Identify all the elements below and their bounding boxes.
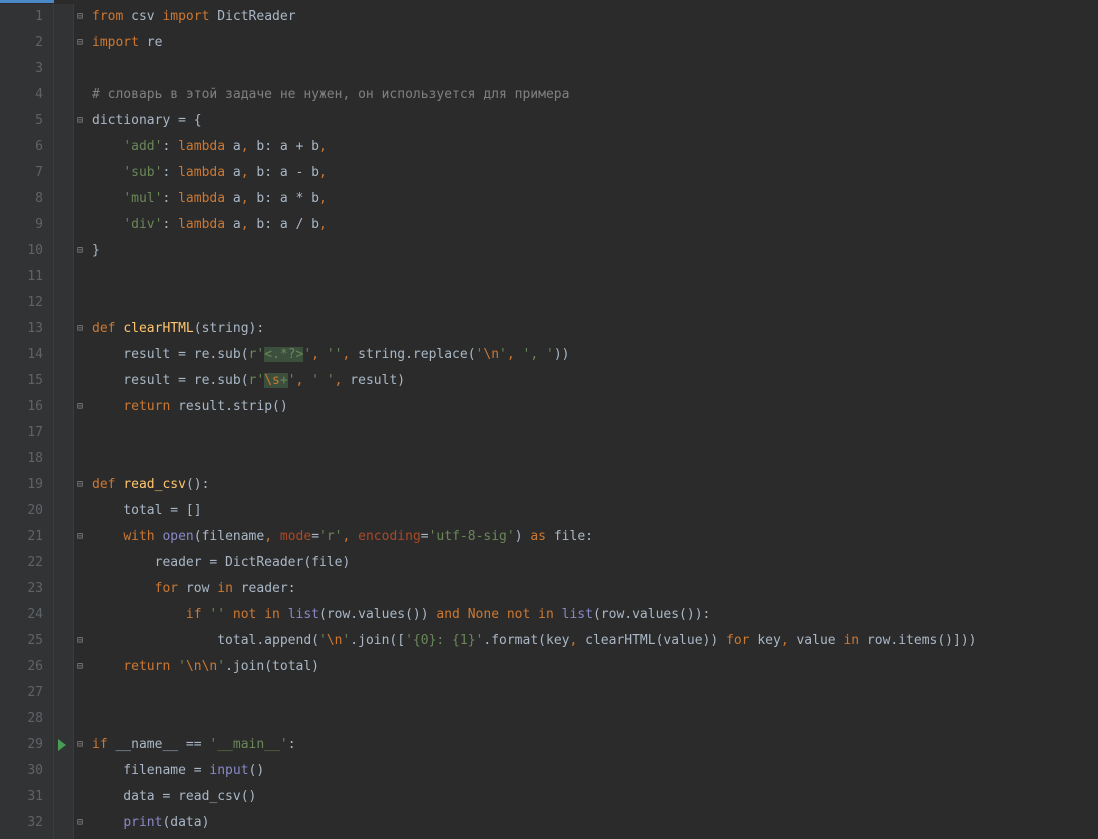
line-number: 7 (0, 160, 43, 186)
code-line[interactable]: with open(filename, mode='r', encoding='… (92, 524, 1098, 550)
code-line[interactable]: 'add': lambda a, b: a + b, (92, 134, 1098, 160)
line-number: 2 (0, 30, 43, 56)
line-number: 20 (0, 498, 43, 524)
line-number: 32 (0, 810, 43, 836)
code-line[interactable] (92, 706, 1098, 732)
code-line[interactable]: import re (92, 30, 1098, 56)
code-line[interactable]: total = [] (92, 498, 1098, 524)
line-number: 9 (0, 212, 43, 238)
line-number: 5 (0, 108, 43, 134)
code-line[interactable]: def read_csv(): (92, 472, 1098, 498)
code-line[interactable]: def clearHTML(string): (92, 316, 1098, 342)
line-number: 21 (0, 524, 43, 550)
line-number: 8 (0, 186, 43, 212)
line-number: 26 (0, 654, 43, 680)
code-line[interactable]: return result.strip() (92, 394, 1098, 420)
code-line[interactable] (92, 420, 1098, 446)
line-number: 3 (0, 56, 43, 82)
code-line[interactable]: data = read_csv() (92, 784, 1098, 810)
code-line[interactable]: filename = input() (92, 758, 1098, 784)
code-line[interactable] (92, 680, 1098, 706)
fold-icon[interactable]: ⊟ (75, 480, 85, 490)
line-number: 1 (0, 4, 43, 30)
line-number: 18 (0, 446, 43, 472)
fold-icon[interactable]: ⊟ (75, 12, 85, 22)
line-number: 13 (0, 316, 43, 342)
fold-icon[interactable]: ⊟ (75, 818, 85, 828)
run-icon[interactable] (58, 739, 66, 751)
line-number-gutter[interactable]: 1234567891011121314151617181920212223242… (0, 4, 54, 839)
line-number: 14 (0, 342, 43, 368)
line-number: 11 (0, 264, 43, 290)
fold-icon[interactable]: ⊟ (75, 38, 85, 48)
active-tab-indicator (0, 0, 54, 3)
code-line[interactable]: total.append('\n'.join(['{0}: {1}'.forma… (92, 628, 1098, 654)
code-line[interactable]: } (92, 238, 1098, 264)
line-number: 28 (0, 706, 43, 732)
line-number: 27 (0, 680, 43, 706)
line-number: 16 (0, 394, 43, 420)
line-number: 22 (0, 550, 43, 576)
fold-icon[interactable]: ⊟ (75, 662, 85, 672)
line-number: 19 (0, 472, 43, 498)
line-number: 4 (0, 82, 43, 108)
line-number: 10 (0, 238, 43, 264)
line-number: 17 (0, 420, 43, 446)
line-number: 6 (0, 134, 43, 160)
line-number: 24 (0, 602, 43, 628)
line-number: 12 (0, 290, 43, 316)
code-line[interactable]: result = re.sub(r'<.*?>', '', string.rep… (92, 342, 1098, 368)
code-line[interactable]: return '\n\n'.join(total) (92, 654, 1098, 680)
code-line[interactable]: if __name__ == '__main__': (92, 732, 1098, 758)
run-marker-column[interactable] (54, 4, 74, 839)
code-line[interactable]: 'mul': lambda a, b: a * b, (92, 186, 1098, 212)
fold-icon[interactable]: ⊟ (75, 324, 85, 334)
fold-icon[interactable]: ⊟ (75, 116, 85, 126)
code-line[interactable]: from csv import DictReader (92, 4, 1098, 30)
fold-icon[interactable]: ⊟ (75, 246, 85, 256)
code-line[interactable]: if '' not in list(row.values()) and None… (92, 602, 1098, 628)
code-line[interactable]: print(data) (92, 810, 1098, 836)
code-line[interactable] (92, 290, 1098, 316)
code-line[interactable]: dictionary = { (92, 108, 1098, 134)
line-number: 15 (0, 368, 43, 394)
line-number: 23 (0, 576, 43, 602)
code-line[interactable]: 'div': lambda a, b: a / b, (92, 212, 1098, 238)
code-line[interactable]: result = re.sub(r'\s+', ' ', result) (92, 368, 1098, 394)
code-line[interactable]: # словарь в этой задаче не нужен, он исп… (92, 82, 1098, 108)
fold-column[interactable]: ⊟ ⊟ ⊟ ⊟ ⊟ ⊟ ⊟ ⊟ ⊟ ⊟ ⊟ ⊟ (74, 4, 88, 839)
code-line[interactable] (92, 56, 1098, 82)
code-editor[interactable]: 1234567891011121314151617181920212223242… (0, 0, 1098, 839)
line-number: 31 (0, 784, 43, 810)
code-line[interactable]: for row in reader: (92, 576, 1098, 602)
code-line[interactable] (92, 446, 1098, 472)
fold-icon[interactable]: ⊟ (75, 636, 85, 646)
code-line[interactable]: reader = DictReader(file) (92, 550, 1098, 576)
fold-icon[interactable]: ⊟ (75, 532, 85, 542)
line-number: 29 (0, 732, 43, 758)
code-line[interactable] (92, 264, 1098, 290)
line-number: 30 (0, 758, 43, 784)
line-number: 25 (0, 628, 43, 654)
code-line[interactable]: 'sub': lambda a, b: a - b, (92, 160, 1098, 186)
code-area[interactable]: from csv import DictReaderimport re # сл… (88, 4, 1098, 839)
fold-icon[interactable]: ⊟ (75, 740, 85, 750)
fold-icon[interactable]: ⊟ (75, 402, 85, 412)
